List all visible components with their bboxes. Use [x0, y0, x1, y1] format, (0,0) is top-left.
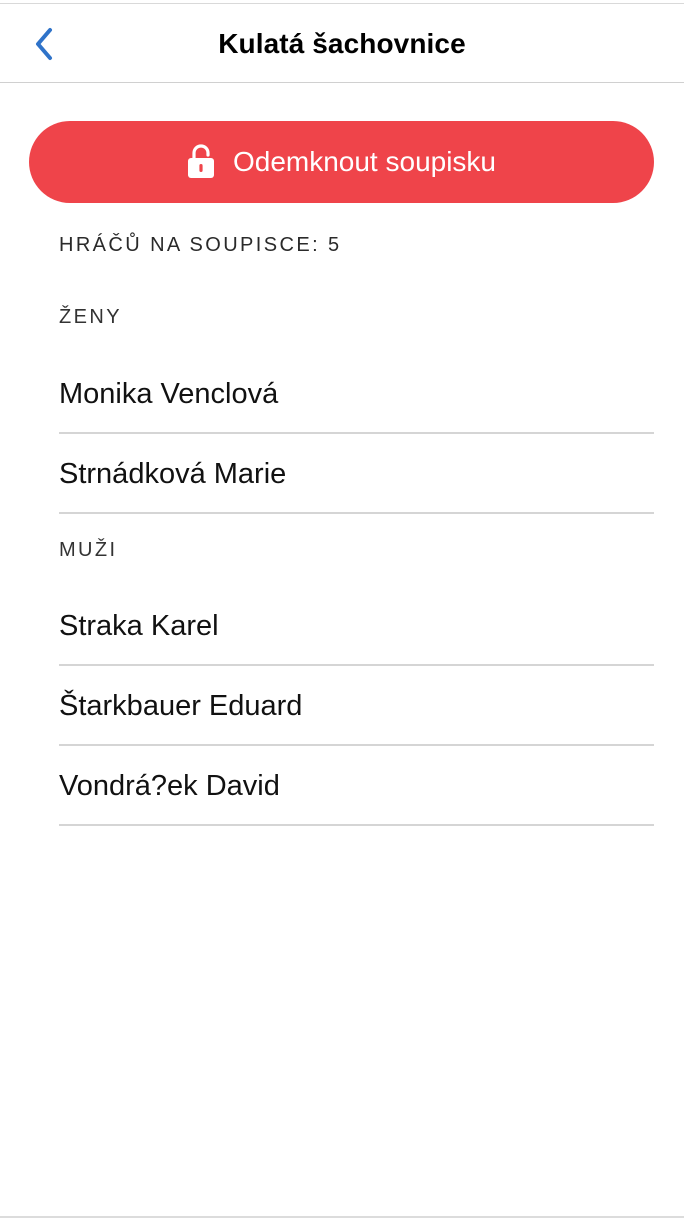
player-count-header: HRÁČŮ NA SOUPISCE: 5 [59, 234, 342, 256]
unlock-roster-button[interactable]: Odemknout soupisku [29, 121, 654, 203]
group-header-women: ŽENY [59, 306, 122, 328]
unlock-roster-label: Odemknout soupisku [232, 146, 497, 177]
player-name: Vondrá?ek David [59, 770, 280, 802]
lock-open-icon [187, 144, 214, 178]
page-title: Kulatá šachovnice [218, 28, 466, 59]
list-item[interactable]: Monika Venclová [59, 354, 654, 434]
bottom-divider [0, 1216, 684, 1218]
player-name: Monika Venclová [59, 378, 279, 410]
list-item[interactable]: Vondrá?ek David [59, 746, 654, 826]
player-name: Straka Karel [59, 610, 219, 642]
player-name: Štarkbauer Eduard [59, 690, 303, 722]
list-item[interactable]: Strnádková Marie [59, 434, 654, 514]
list-item[interactable]: Straka Karel [59, 586, 654, 666]
player-name: Strnádková Marie [59, 458, 287, 490]
list-item[interactable]: Štarkbauer Eduard [59, 666, 654, 746]
group-header-men: MUŽI [59, 539, 118, 561]
navigation-bar: Kulatá šachovnice [0, 4, 684, 83]
